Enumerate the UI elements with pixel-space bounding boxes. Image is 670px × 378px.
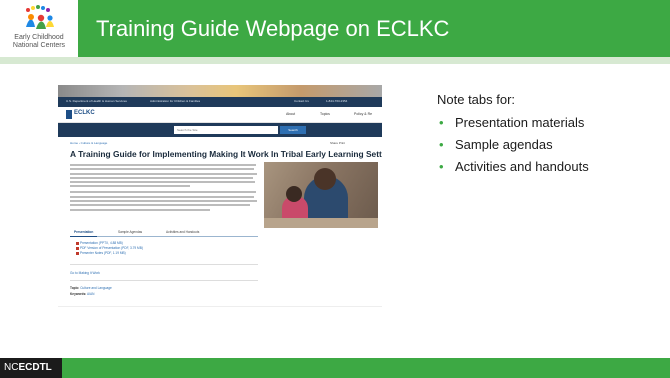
photo-table [264,218,378,228]
search-input[interactable] [174,126,278,134]
list-item[interactable]: Presenter Notes (PDF, 1.19 MB) [76,251,143,256]
slide-header: Early Childhood National Centers Trainin… [0,0,670,57]
note-bullet: • Sample agendas [439,137,553,152]
footer-brand: NCECDTL [0,358,62,378]
file-list: Presentation (PPTX, 4.88 MB) PDF Version… [76,241,143,256]
paragraph-line [70,172,257,175]
logo-text-line1: Early Childhood [14,34,64,41]
note-bullet: • Presentation materials [439,115,585,130]
photo-adult-head [314,168,336,190]
back-to-making-it-work-link[interactable]: Go to Making It Work [70,271,100,275]
ecnc-logo: Early Childhood National Centers [0,0,78,57]
webpage-screenshot: U.S. Department of Health & Human Servic… [58,85,382,307]
gov-bar-contact[interactable]: Contact Us [294,99,309,103]
note-bullet: • Activities and handouts [439,159,589,174]
topic-meta: Topic: Culture and Language [70,286,112,290]
paragraph-line [70,204,250,207]
paragraph-line [70,195,254,198]
gov-bar-acf[interactable]: Administration for Children & Families [150,99,200,103]
tab-presentation[interactable]: Presentation [70,227,98,237]
gov-bar-phone: 1-844-763-2354 [326,99,348,103]
logo-text-line2: National Centers [12,42,66,49]
photo-child-head [286,186,302,202]
paragraph-line [70,176,253,179]
keywords-label: Keywords: [70,292,87,296]
intro-paragraphs [70,164,258,213]
site-navbar: ECLKC About Topics Policy & Re [58,107,382,123]
blurred-page-top [58,85,382,97]
nav-item-topics[interactable]: Topics [320,112,330,116]
slide-footer: NCECDTL [0,358,670,378]
paragraph-line [70,185,190,188]
search-band: Search [58,123,382,137]
gov-bar-hhs[interactable]: U.S. Department of Health & Human Servic… [66,99,127,103]
footer-brand-prefix: NC [4,362,19,373]
gov-bar: U.S. Department of Health & Human Servic… [58,97,382,107]
keywords-meta: Keywords: AIAN [70,292,94,296]
tab-sample-agendas[interactable]: Sample Agendas [114,227,146,237]
search-button[interactable]: Search [280,126,306,134]
footer-brand-bold: ECDTL [18,362,52,373]
divider [70,280,258,281]
file-icon [76,241,79,245]
paragraph-line [70,164,256,166]
paragraph-line [70,191,256,194]
eclkc-logo-icon [66,110,72,119]
slide-title: Training Guide Webpage on ECLKC [96,16,450,41]
keyword-link[interactable]: AIAN [87,292,94,296]
site-logo[interactable]: ECLKC [74,110,95,116]
note-heading: Note tabs for: [437,92,516,107]
nav-item-about[interactable]: About [286,112,295,116]
breadcrumb[interactable]: Home › Culture & Language [70,141,107,145]
bullet-icon: • [439,115,444,130]
pdf-icon [76,251,79,255]
divider [70,264,258,265]
bullet-icon: • [439,137,444,152]
paragraph-line [70,168,254,171]
paragraph-line [70,208,210,211]
pdf-icon [76,246,79,250]
slide: Early Childhood National Centers Trainin… [0,0,670,378]
topic-link[interactable]: Culture and Language [80,286,112,290]
tab-activities-handouts[interactable]: Activities and Handouts [162,227,203,237]
nav-item-policy[interactable]: Policy & Re [354,112,372,116]
page-heading: A Training Guide for Implementing Making… [70,149,382,159]
note-block: Note tabs for: • Presentation materials •… [437,92,667,181]
header-separator [0,57,670,64]
share-print-links[interactable]: Share Print [330,141,345,145]
children-figures-icon [26,5,54,29]
paragraph-line [70,181,255,184]
content-tabs: Presentation Sample Agendas Activities a… [70,227,258,237]
bullet-icon: • [439,159,444,174]
topic-label: Topic: [70,286,80,290]
family-photo [264,162,378,228]
paragraph-line [70,200,257,203]
